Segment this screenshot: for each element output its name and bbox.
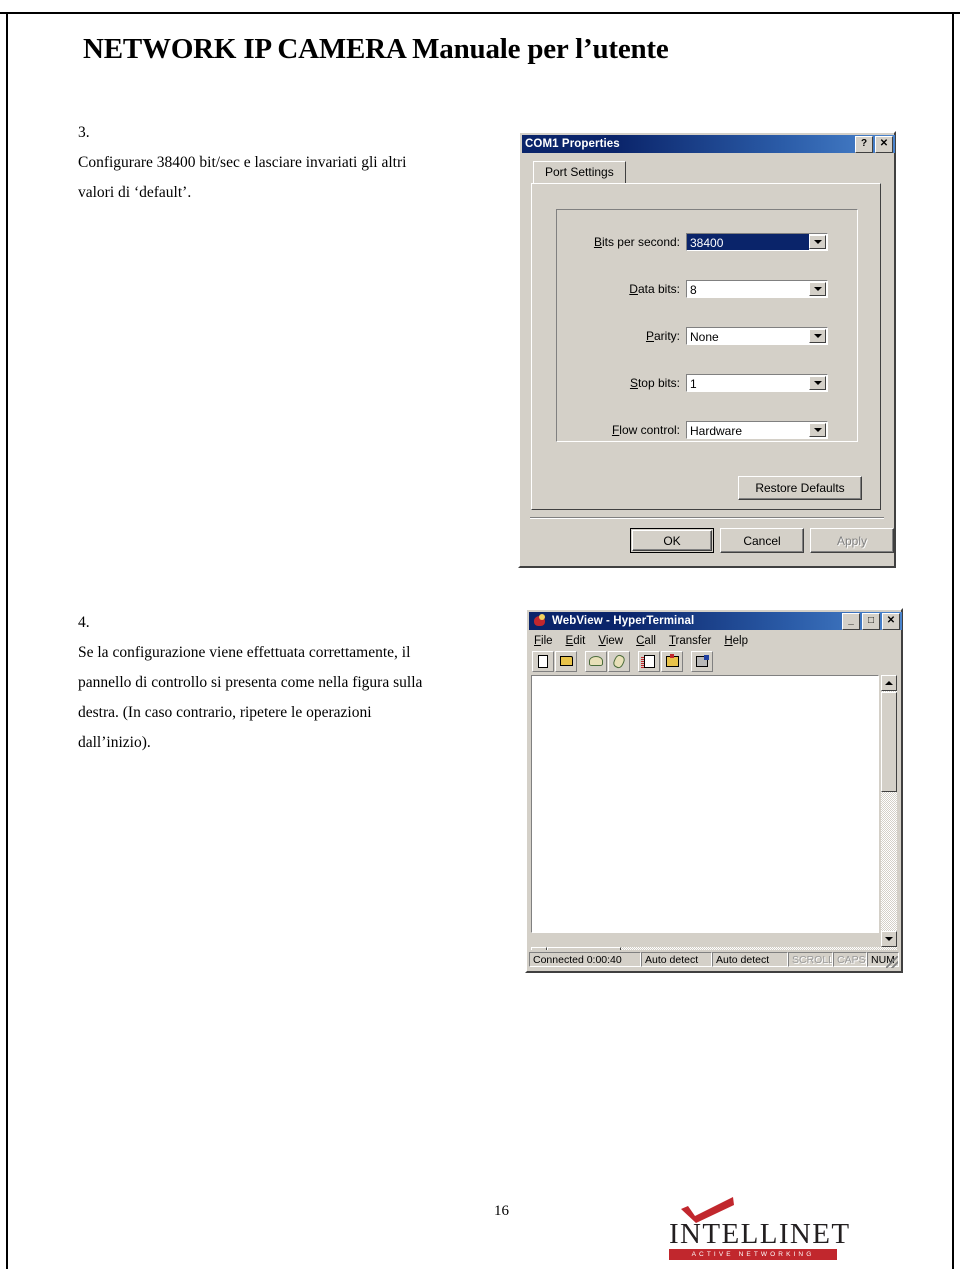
status-terminal-emulation: Auto detect <box>641 952 712 967</box>
hyperterminal-title-text: WebView - HyperTerminal <box>552 615 695 627</box>
status-connection-speed: Auto detect <box>712 952 788 967</box>
menu-view[interactable]: View <box>598 635 623 647</box>
chevron-down-icon[interactable] <box>809 235 826 249</box>
flow-control-combobox[interactable]: Hardware <box>686 421 828 439</box>
step-3-number: 3. <box>78 124 90 141</box>
step-4-line-1: Se la configurazione viene effettuata co… <box>78 644 411 661</box>
chevron-down-icon[interactable] <box>809 423 826 437</box>
field-flow-control: Flow control: Hardware <box>532 421 880 439</box>
tab-port-settings[interactable]: Port Settings <box>533 161 626 183</box>
stop-bits-combobox[interactable]: 1 <box>686 374 828 392</box>
step-3-line-1: Configurare 38400 bit/sec e lasciare inv… <box>78 154 407 171</box>
open-connection-icon[interactable] <box>555 650 577 672</box>
ok-button[interactable]: OK <box>630 528 714 553</box>
restore-defaults-button[interactable]: Restore Defaults <box>738 476 862 500</box>
com1-properties-dialog: COM1 Properties ? ✕ Port Settings Bits p… <box>518 131 896 568</box>
maximize-icon[interactable]: □ <box>862 612 880 630</box>
field-bits-per-second: Bits per second: 38400 <box>532 233 880 251</box>
step-4-line-2: pannello di controllo si presenta come n… <box>78 674 423 691</box>
hyperterminal-window: WebView - HyperTerminal _ □ ✕ File Edit … <box>525 608 903 973</box>
vertical-scrollbar[interactable] <box>881 675 897 947</box>
parity-value: None <box>690 329 719 344</box>
flow-control-label: Flow control: <box>611 423 680 437</box>
com1-titlebar[interactable]: COM1 Properties ? ✕ <box>522 135 895 153</box>
hyperterminal-app-icon <box>532 614 548 628</box>
minimize-icon[interactable]: _ <box>842 612 860 630</box>
chevron-down-icon[interactable] <box>809 329 826 343</box>
parity-label: Parity: <box>645 329 680 343</box>
data-bits-combobox[interactable]: 8 <box>686 280 828 298</box>
field-data-bits: Data bits: 8 <box>532 280 880 298</box>
step-3-paragraph: 3. Configurare 38400 bit/sec e lasciare … <box>78 118 518 208</box>
close-icon[interactable]: ✕ <box>882 612 900 630</box>
step-4-line-3: destra. (In caso contrario, ripetere le … <box>78 704 372 721</box>
data-bits-value: 8 <box>690 282 697 297</box>
com1-title-text: COM1 Properties <box>525 138 620 150</box>
step-4-text: Se la configurazione viene effettuata co… <box>78 638 518 758</box>
hyperterminal-menubar: File Edit View Call Transfer Help <box>529 632 899 649</box>
status-connection-time: Connected 0:00:40 <box>529 952 641 967</box>
logo-wordmark: INTELLINET <box>669 1218 851 1250</box>
menu-transfer[interactable]: Transfer <box>669 635 711 647</box>
scroll-up-icon[interactable] <box>881 675 897 691</box>
data-bits-label: Data bits: <box>629 282 680 296</box>
disconnect-icon[interactable] <box>608 650 630 672</box>
flow-control-value: Hardware <box>690 423 743 438</box>
page-number: 16 <box>494 1203 509 1219</box>
intellinet-logo: INTELLINET ACTIVE NETWORKING <box>667 1196 849 1260</box>
vertical-scrollbar-thumb[interactable] <box>881 692 897 792</box>
resize-grip-icon[interactable] <box>886 956 898 968</box>
terminal-output[interactable] <box>531 675 879 933</box>
step-4-number: 4. <box>78 614 90 631</box>
bits-per-second-label: Bits per second: <box>593 235 680 249</box>
stop-bits-value: 1 <box>690 376 697 391</box>
page-border-right <box>952 12 954 1269</box>
status-scroll-lock: SCROLL <box>788 952 833 967</box>
receive-file-icon[interactable] <box>661 650 683 672</box>
bits-per-second-value: 38400 <box>687 234 809 250</box>
scroll-down-icon[interactable] <box>881 931 897 947</box>
close-icon[interactable]: ✕ <box>875 135 893 153</box>
field-parity: Parity: None <box>532 327 880 345</box>
page-title: NETWORK IP CAMERA Manuale per l’utente <box>83 33 669 65</box>
parity-combobox[interactable]: None <box>686 327 828 345</box>
new-connection-icon[interactable] <box>532 650 554 672</box>
chevron-down-icon[interactable] <box>809 376 826 390</box>
hyperterminal-toolbar <box>529 649 899 673</box>
page-border-top <box>0 12 960 14</box>
menu-help[interactable]: Help <box>724 635 748 647</box>
document-page: NETWORK IP CAMERA Manuale per l’utente 3… <box>0 0 960 1269</box>
logo-tagline: ACTIVE NETWORKING <box>669 1249 837 1260</box>
step-3-line-2: valori di ‘default’. <box>78 184 192 201</box>
apply-button: Apply <box>810 528 894 553</box>
step-3-text: Configurare 38400 bit/sec e lasciare inv… <box>78 148 518 208</box>
call-icon[interactable] <box>585 650 607 672</box>
menu-call[interactable]: Call <box>636 635 656 647</box>
properties-icon[interactable] <box>691 650 713 672</box>
dialog-divider <box>530 517 884 519</box>
step-4-paragraph: 4. Se la configurazione viene effettuata… <box>78 608 518 758</box>
hyperterminal-statusbar: Connected 0:00:40 Auto detect Auto detec… <box>529 950 899 969</box>
hyperterminal-titlebar[interactable]: WebView - HyperTerminal _ □ ✕ <box>529 612 902 630</box>
menu-edit[interactable]: Edit <box>566 635 586 647</box>
page-border-left <box>6 12 8 1269</box>
menu-file[interactable]: File <box>534 635 553 647</box>
terminal-area <box>531 675 897 947</box>
step-4-line-4: dall’inizio). <box>78 734 151 751</box>
send-file-icon[interactable] <box>638 650 660 672</box>
help-icon[interactable]: ? <box>855 135 873 153</box>
cancel-button[interactable]: Cancel <box>720 528 804 553</box>
bits-per-second-combobox[interactable]: 38400 <box>686 233 828 251</box>
stop-bits-label: Stop bits: <box>629 376 680 390</box>
chevron-down-icon[interactable] <box>809 282 826 296</box>
field-stop-bits: Stop bits: 1 <box>532 374 880 392</box>
status-caps-lock: CAPS <box>833 952 867 967</box>
port-settings-panel: Bits per second: 38400 Data bits: 8 Pari… <box>531 183 881 510</box>
